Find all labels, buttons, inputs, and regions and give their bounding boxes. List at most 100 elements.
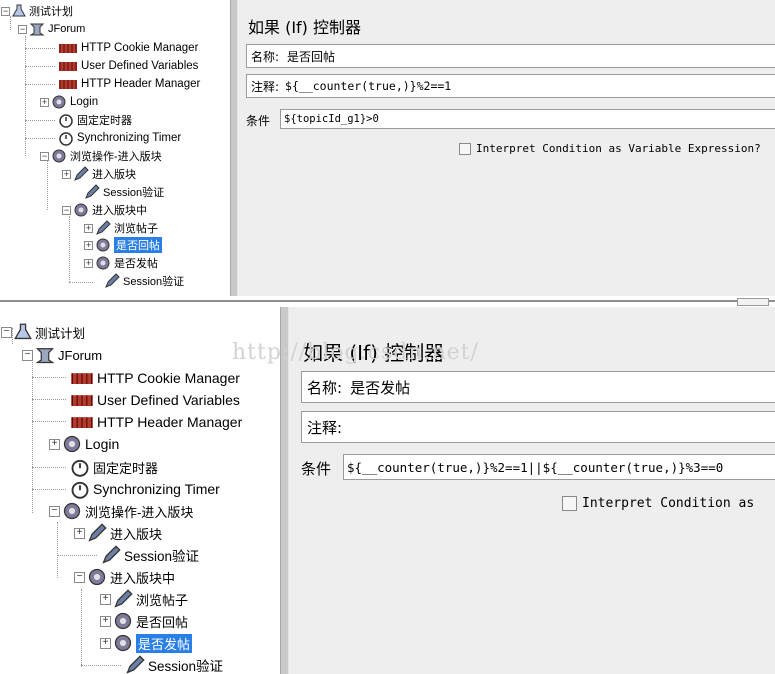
- expand-icon[interactable]: +: [84, 258, 93, 268]
- tree-node-const-timer[interactable]: 固定定时器: [70, 458, 158, 477]
- stopwatch-icon: [58, 130, 74, 146]
- pencil-icon: [84, 184, 100, 200]
- tree-node-reply-ctrl[interactable]: + 是否回帖: [84, 237, 162, 253]
- pencil-icon: [87, 523, 107, 543]
- name-field[interactable]: 是否回帖: [287, 48, 335, 65]
- name-row: 名称: 是否回帖: [246, 44, 775, 68]
- test-plan-tree: − 测试计划 − JForum HTTP Cookie Manager User…: [0, 0, 230, 296]
- name-label: 名称:: [307, 378, 343, 397]
- collapse-icon[interactable]: −: [1, 326, 12, 338]
- interpret-checkbox-row[interactable]: Interpret Condition as Variable Expressi…: [459, 142, 761, 155]
- tree-node-test-plan[interactable]: − 测试计划: [1, 323, 85, 341]
- tree-node-browse-post[interactable]: + 浏览帖子: [84, 220, 158, 236]
- grip-handle-icon: [737, 298, 769, 306]
- name-row: 名称: 是否发帖: [301, 371, 775, 403]
- interpret-checkbox-label: Interpret Condition as Variable Expressi…: [476, 142, 761, 155]
- collapse-icon[interactable]: −: [49, 505, 60, 517]
- tree-node-login[interactable]: + Login: [40, 94, 98, 110]
- comment-field[interactable]: ${__counter(true,)}%2==1: [285, 79, 451, 93]
- tree-node-header-manager[interactable]: HTTP Header Manager: [70, 413, 242, 431]
- tree-node-sync-timer[interactable]: Synchronizing Timer: [70, 479, 220, 499]
- tree-node-const-timer[interactable]: 固定定时器: [58, 112, 132, 128]
- scales-icon: [70, 369, 94, 387]
- gear-cog-icon: [73, 202, 89, 218]
- tree-node-browse-post[interactable]: + 浏览帖子: [100, 589, 188, 609]
- condition-field[interactable]: ${__counter(true,)}%2==1||${__counter(tr…: [343, 454, 775, 480]
- tree-node-in-board[interactable]: − 进入版块中: [62, 202, 147, 218]
- tree-node-post-ctrl[interactable]: + 是否发帖: [100, 633, 193, 653]
- interpret-checkbox-label: Interpret Condition as: [582, 496, 755, 511]
- tree-node-session-check[interactable]: Session验证: [84, 184, 164, 200]
- tree-node-session-check-2[interactable]: Session验证: [104, 273, 184, 289]
- condition-field[interactable]: ${topicId_g1}>0: [280, 109, 775, 129]
- bottom-screenshot-panel: − 测试计划 − JForum HTTP Cookie Manager User…: [0, 307, 775, 674]
- collapse-icon[interactable]: −: [18, 24, 27, 34]
- collapse-icon[interactable]: −: [1, 6, 10, 16]
- tree-node-browse-op[interactable]: − 浏览操作-进入版块: [49, 502, 193, 520]
- tree-node-user-vars[interactable]: User Defined Variables: [58, 58, 198, 74]
- expand-icon[interactable]: +: [84, 223, 93, 233]
- if-controller-panel: 如果 (If) 控制器 名称: 是否回帖 注释: ${__counter(tru…: [238, 0, 775, 296]
- gear-cog-icon: [51, 94, 67, 110]
- selected-node-label: 是否回帖: [114, 237, 162, 253]
- tree-node-header-manager[interactable]: HTTP Header Manager: [58, 76, 200, 92]
- interpret-checkbox[interactable]: [562, 496, 577, 511]
- expand-icon[interactable]: +: [40, 97, 49, 107]
- tree-node-cookie-manager[interactable]: HTTP Cookie Manager: [70, 369, 240, 387]
- stopwatch-icon: [58, 112, 74, 128]
- condition-text: ${topicId_g1}>0: [284, 113, 379, 125]
- comment-label: 注释:: [307, 418, 343, 437]
- pencil-icon: [125, 655, 145, 674]
- tree-node-session-check[interactable]: Session验证: [101, 545, 199, 565]
- tree-node-thread-group[interactable]: − JForum: [22, 346, 102, 364]
- collapse-icon[interactable]: −: [62, 205, 71, 215]
- condition-label: 条件: [246, 114, 271, 128]
- tree-node-browse-op[interactable]: − 浏览操作-进入版块: [40, 148, 162, 164]
- gear-cog-icon: [113, 611, 133, 631]
- interpret-checkbox-row[interactable]: Interpret Condition as: [562, 496, 754, 511]
- split-divider[interactable]: [230, 0, 238, 296]
- expand-icon[interactable]: +: [62, 169, 71, 179]
- flask-icon: [14, 323, 32, 341]
- scales-icon: [58, 41, 78, 55]
- tree-node-enter-board[interactable]: + 进入版块: [62, 166, 136, 182]
- gear-cog-icon: [87, 567, 107, 587]
- collapse-icon[interactable]: −: [40, 151, 49, 161]
- tree-node-thread-group[interactable]: − JForum: [18, 21, 85, 37]
- separator-line: [0, 300, 775, 302]
- tree-node-login[interactable]: + Login: [49, 435, 119, 453]
- spool-icon: [29, 22, 45, 36]
- expand-icon[interactable]: +: [84, 240, 93, 250]
- expand-icon[interactable]: +: [49, 438, 60, 450]
- collapse-icon[interactable]: −: [22, 349, 33, 361]
- tree-node-post-ctrl[interactable]: + 是否发帖: [84, 255, 158, 271]
- pencil-icon: [104, 273, 120, 289]
- name-field[interactable]: 是否发帖: [350, 377, 410, 398]
- tree-node-test-plan[interactable]: − 测试计划: [1, 3, 73, 19]
- collapse-icon[interactable]: −: [74, 571, 85, 583]
- pencil-icon: [113, 589, 133, 609]
- tree-node-in-board[interactable]: − 进入版块中: [74, 568, 175, 586]
- expand-icon[interactable]: +: [100, 593, 111, 605]
- tree-node-session-check-2[interactable]: Session验证: [125, 655, 223, 674]
- split-divider[interactable]: [280, 307, 289, 674]
- gear-cog-icon: [95, 237, 111, 253]
- expand-icon[interactable]: +: [74, 527, 85, 539]
- scales-icon: [58, 59, 78, 73]
- tree-node-reply-ctrl[interactable]: + 是否回帖: [100, 612, 188, 630]
- pencil-icon: [101, 545, 121, 565]
- tree-node-enter-board[interactable]: + 进入版块: [74, 523, 162, 543]
- condition-label: 条件: [301, 460, 332, 478]
- panel-title: 如果 (If) 控制器: [248, 18, 362, 37]
- top-screenshot-panel: − 测试计划 − JForum HTTP Cookie Manager User…: [0, 0, 775, 296]
- pencil-icon: [95, 220, 111, 236]
- expand-icon[interactable]: +: [100, 615, 111, 627]
- stopwatch-icon: [70, 479, 90, 499]
- comment-label: 注释:: [251, 79, 280, 94]
- interpret-checkbox[interactable]: [459, 142, 471, 155]
- tree-node-cookie-manager[interactable]: HTTP Cookie Manager: [58, 40, 198, 56]
- expand-icon[interactable]: +: [100, 637, 111, 649]
- pencil-icon: [73, 166, 89, 182]
- tree-node-sync-timer[interactable]: Synchronizing Timer: [58, 130, 181, 146]
- tree-node-user-vars[interactable]: User Defined Variables: [70, 391, 240, 409]
